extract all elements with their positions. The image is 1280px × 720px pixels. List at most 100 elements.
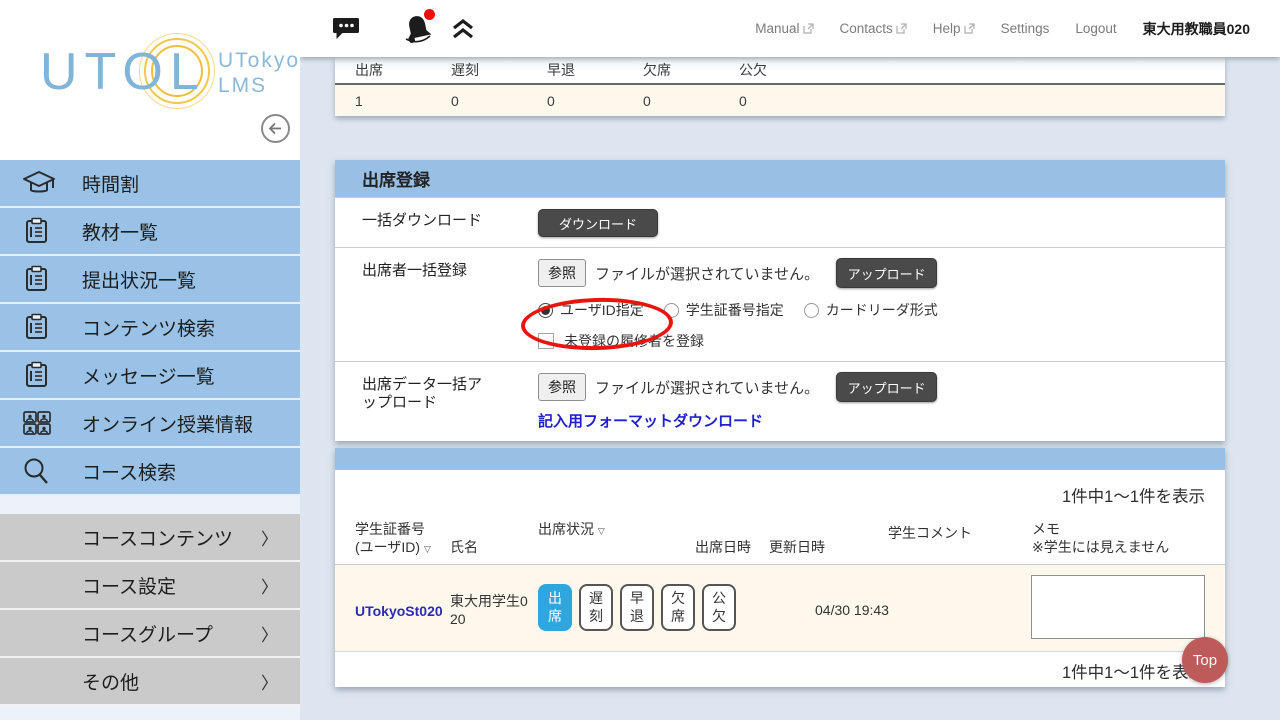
result-count-text: 1件中1〜1件を表示 xyxy=(1061,488,1205,506)
collapse-header-icon[interactable] xyxy=(451,18,475,40)
column-header-status[interactable]: 出席状況 ▽ xyxy=(538,520,605,538)
notifications-bell-icon[interactable] xyxy=(403,8,435,45)
summary-value: 0 xyxy=(547,92,555,109)
logout-link[interactable]: Logout xyxy=(1075,21,1116,36)
sort-indicator-icon: ▽ xyxy=(423,543,431,554)
column-header-student-comment: 学生コメント xyxy=(888,524,972,541)
bulk-register-label: 出席者一括登録 xyxy=(362,262,468,279)
help-link[interactable]: Help xyxy=(933,21,975,36)
register-unregistered-option: 未登録の履修者を登録 xyxy=(538,331,1213,351)
summary-header: 欠席 xyxy=(643,62,671,78)
sidebar-item-content-search[interactable]: コンテンツ検索 xyxy=(0,304,300,352)
radio-card-reader[interactable]: カードリーダ形式 xyxy=(803,300,938,320)
sort-indicator-icon: ▽ xyxy=(597,525,605,536)
summary-value: 0 xyxy=(451,92,459,109)
clipboard-icon xyxy=(22,313,58,341)
attendance-status-buttons: 出席 遅刻 早退 欠席 公欠 xyxy=(538,584,736,631)
status-button-present[interactable]: 出席 xyxy=(538,584,572,631)
manual-link[interactable]: Manual xyxy=(755,21,814,36)
summary-header-row: 出席 遅刻 早退 欠席 公欠 xyxy=(335,57,1225,85)
student-id-link[interactable]: UTokyoSt020 xyxy=(355,603,443,619)
data-upload-label: 出席データ一括アップロード xyxy=(362,376,483,411)
memo-textarea[interactable] xyxy=(1031,575,1205,639)
column-header-memo: メモ ※学生には見えません xyxy=(1032,520,1170,555)
status-button-left-early[interactable]: 早退 xyxy=(620,584,654,631)
sidebar-item-label: コースコンテンツ xyxy=(82,528,234,550)
contacts-link[interactable]: Contacts xyxy=(840,21,907,36)
radio-user-id[interactable]: ユーザID指定 xyxy=(538,300,644,320)
search-icon xyxy=(22,457,58,485)
sidebar: UTOL UTokyo LMS 時間割 教材一覧 提出状況一覧 コンテンツ検索 … xyxy=(0,0,300,720)
column-header-name: 氏名 xyxy=(450,538,478,555)
browse-button[interactable]: 参照 xyxy=(538,373,586,401)
panel-title: 出席登録 xyxy=(335,160,1225,197)
sidebar-item-label: その他 xyxy=(82,672,140,694)
graduation-cap-icon xyxy=(22,170,58,196)
student-name: 東大用学生020 xyxy=(450,593,528,628)
chevron-right-icon: 〉 xyxy=(261,673,278,693)
arrow-left-icon xyxy=(268,122,281,135)
summary-header: 公欠 xyxy=(739,62,767,78)
download-button[interactable]: ダウンロード xyxy=(538,209,658,237)
external-link-icon xyxy=(963,23,975,34)
external-link-icon xyxy=(802,23,814,34)
summary-value: 0 xyxy=(643,92,651,109)
sidebar-item-submissions[interactable]: 提出状況一覧 xyxy=(0,256,300,304)
online-class-icon xyxy=(22,410,58,436)
summary-value-row: 1 0 0 0 0 xyxy=(335,85,1225,116)
bulk-download-row: 一括ダウンロード ダウンロード xyxy=(335,197,1225,247)
sidebar-item-label: コースグループ xyxy=(82,624,213,646)
main-content: 出席 遅刻 早退 欠席 公欠 1 0 0 0 0 出席登録 一括ダウンロード ダ… xyxy=(335,57,1225,687)
bulk-download-label: 一括ダウンロード xyxy=(362,212,483,229)
status-button-absent[interactable]: 欠席 xyxy=(661,584,695,631)
sidebar-item-course-settings[interactable]: コース設定 〉 xyxy=(0,562,300,610)
sidebar-item-online-class[interactable]: オンライン授業情報 xyxy=(0,400,300,448)
username: 東大用教職員020 xyxy=(1142,20,1250,37)
radio-selected-icon[interactable] xyxy=(538,302,553,318)
radio-unselected-icon[interactable] xyxy=(803,302,819,318)
checkbox-unchecked-icon[interactable] xyxy=(538,333,554,349)
column-header-attended-at: 出席日時 xyxy=(695,538,751,555)
status-button-excused[interactable]: 公欠 xyxy=(702,584,736,631)
utol-logo: UTOL UTokyo LMS xyxy=(40,33,298,122)
logo-text: UTOL xyxy=(40,43,206,101)
chevron-right-icon: 〉 xyxy=(261,529,278,549)
upload-button[interactable]: アップロード xyxy=(836,258,938,288)
scroll-to-top-button[interactable]: Top xyxy=(1182,637,1228,683)
sidebar-item-label: コース設定 xyxy=(82,576,177,598)
upload-button[interactable]: アップロード xyxy=(836,372,938,402)
summary-header: 出席 xyxy=(355,62,383,78)
summary-header: 早退 xyxy=(547,62,575,78)
settings-link[interactable]: Settings xyxy=(1001,21,1050,36)
summary-value: 0 xyxy=(739,92,747,109)
sidebar-item-label: 時間割 xyxy=(82,174,140,196)
status-button-late[interactable]: 遅刻 xyxy=(579,584,613,631)
clipboard-icon xyxy=(22,361,58,389)
sidebar-collapse-button[interactable] xyxy=(261,114,290,143)
sidebar-item-timetable[interactable]: 時間割 xyxy=(0,160,300,208)
radio-student-number[interactable]: 学生証番号指定 xyxy=(663,300,784,320)
messages-icon[interactable] xyxy=(333,16,360,41)
clipboard-icon xyxy=(22,217,58,245)
student-table-header-row: 学生証番号 (ユーザID) ▽ 氏名 出席状況 ▽ 出席日時 更新日時 学生コメ… xyxy=(335,507,1225,565)
sidebar-item-materials[interactable]: 教材一覧 xyxy=(0,208,300,256)
student-attendance-panel: 1件中1〜1件を表示 学生証番号 (ユーザID) ▽ 氏名 出席状況 ▽ 出席日… xyxy=(335,448,1225,687)
sidebar-item-course-contents[interactable]: コースコンテンツ 〉 xyxy=(0,514,300,562)
summary-header: 遅刻 xyxy=(451,62,479,78)
browse-button[interactable]: 参照 xyxy=(538,259,586,287)
sidebar-gap xyxy=(0,496,300,514)
chevron-right-icon: 〉 xyxy=(261,577,278,597)
sidebar-item-messages[interactable]: メッセージ一覧 xyxy=(0,352,300,400)
attendance-registration-panel: 出席登録 一括ダウンロード ダウンロード 出席者一括登録 参照 ファイルが選択さ… xyxy=(335,160,1225,441)
sidebar-item-course-group[interactable]: コースグループ 〉 xyxy=(0,610,300,658)
sidebar-item-course-search[interactable]: コース検索 xyxy=(0,448,300,496)
radio-unselected-icon[interactable] xyxy=(663,302,679,318)
clipboard-icon xyxy=(22,265,58,293)
attendance-summary-table: 出席 遅刻 早退 欠席 公欠 1 0 0 0 0 xyxy=(335,57,1225,116)
notification-dot xyxy=(424,8,435,20)
column-header-student-id[interactable]: 学生証番号 (ユーザID) ▽ xyxy=(355,520,431,556)
bulk-register-row: 出席者一括登録 参照 ファイルが選択されていません。 アップロード ユーザID指… xyxy=(335,247,1225,361)
updated-at-value: 04/30 19:43 xyxy=(815,602,889,618)
format-download-link[interactable]: 記入用フォーマットダウンロード xyxy=(538,410,763,431)
sidebar-item-others[interactable]: その他 〉 xyxy=(0,658,300,706)
